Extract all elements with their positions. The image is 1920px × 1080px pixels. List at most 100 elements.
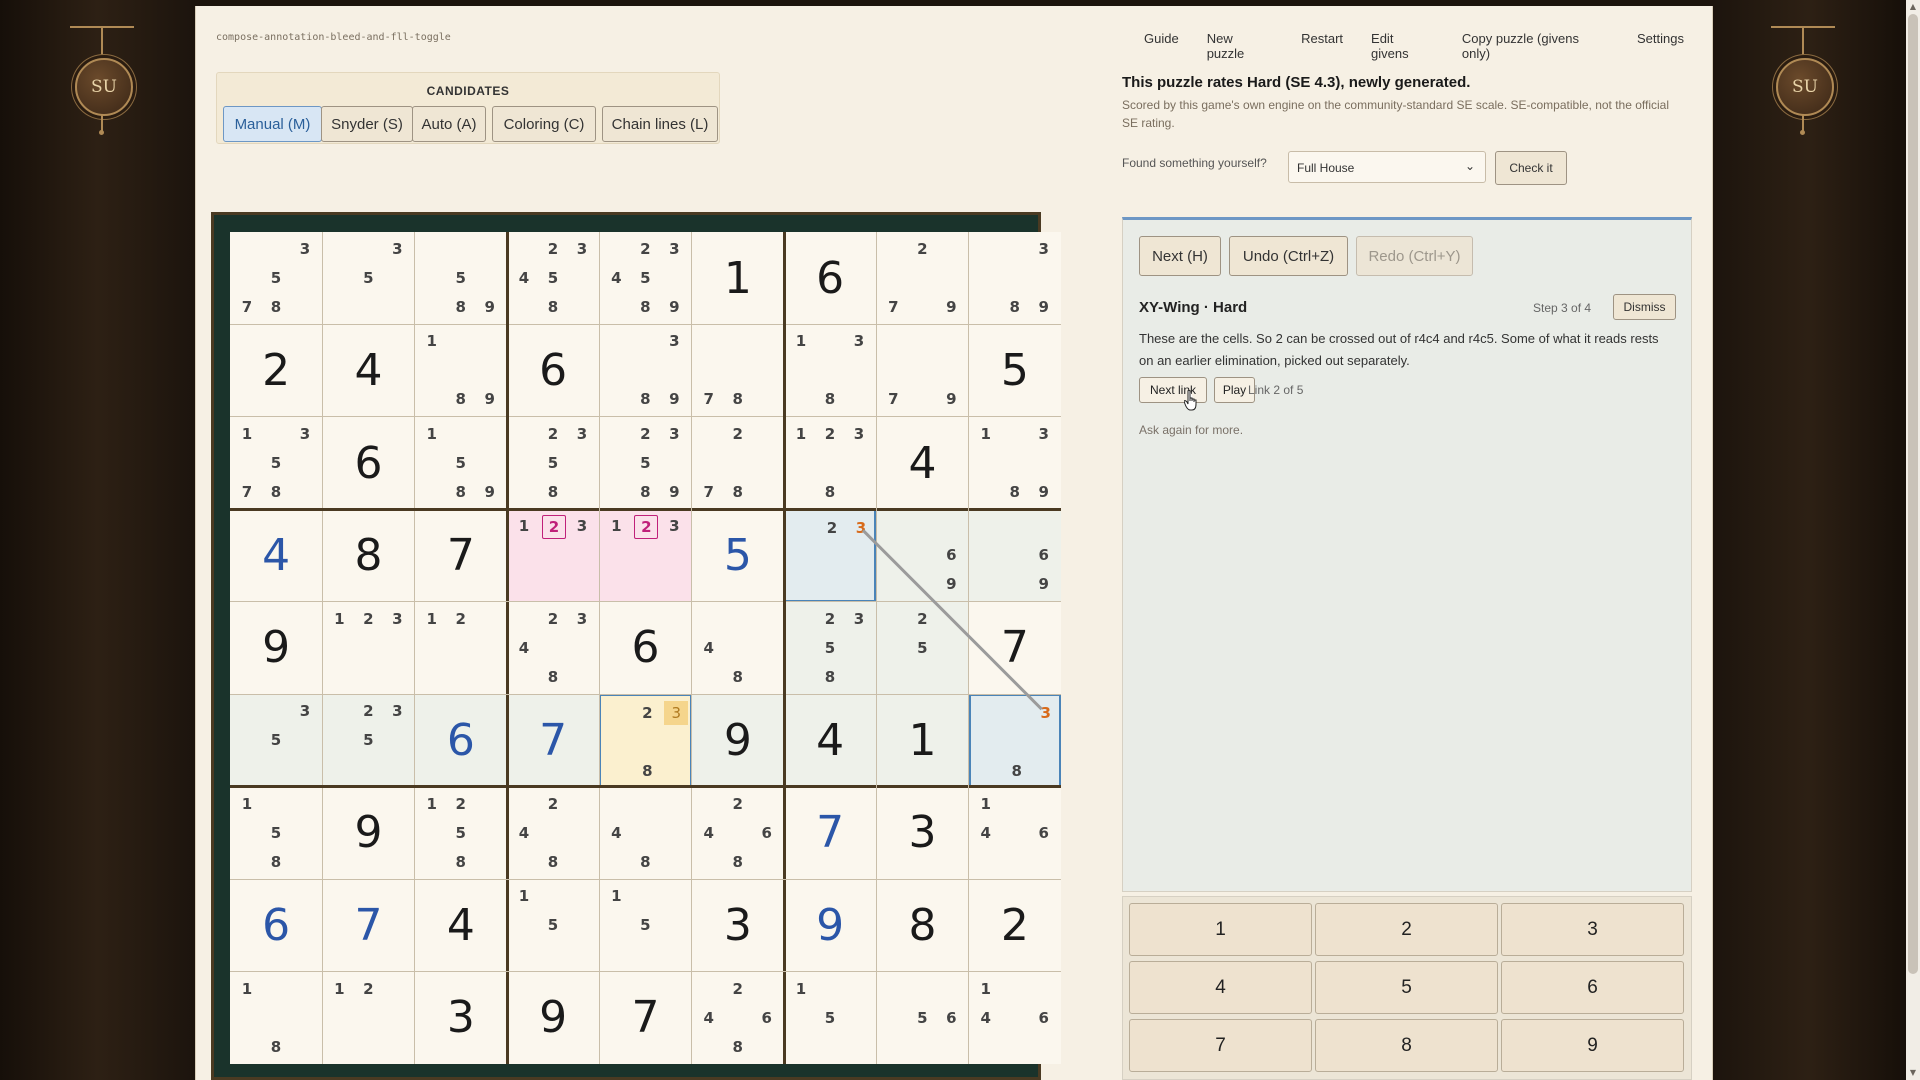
scroll-up-arrow-icon[interactable]: ▲ xyxy=(1908,2,1918,12)
cell-r1c5[interactable]: 23 45 89 xyxy=(599,232,691,324)
technique-select[interactable]: Full House ⌄ xyxy=(1288,151,1486,183)
cell-r7c5[interactable]: 48 xyxy=(599,787,691,879)
cell-r9c9[interactable]: 1 4 6 xyxy=(969,972,1061,1064)
cell-r5c1[interactable]: 9 xyxy=(230,602,322,694)
cell-r4c5[interactable]: 123 xyxy=(599,509,692,602)
nav-new-puzzle[interactable]: New puzzle xyxy=(1207,31,1273,61)
cell-r1c2[interactable]: 35 xyxy=(322,232,414,324)
cell-r7c8[interactable]: 3 xyxy=(876,787,968,879)
cell-r5c7[interactable]: 235 8 xyxy=(784,601,877,695)
cell-r4c4[interactable]: 123 xyxy=(507,509,600,602)
cell-r4c7[interactable]: 23 xyxy=(784,509,877,602)
cell-r1c7[interactable]: 6 xyxy=(784,232,876,324)
numpad-button-5[interactable]: 5 xyxy=(1315,961,1498,1014)
numpad-button-6[interactable]: 6 xyxy=(1501,961,1684,1014)
cell-r9c4[interactable]: 9 xyxy=(507,972,599,1064)
cell-r3c8[interactable]: 4 xyxy=(876,417,968,509)
cell-r3c4[interactable]: 235 8 xyxy=(507,417,599,509)
cell-r7c6[interactable]: 24 68 xyxy=(692,787,784,879)
cell-r2c4[interactable]: 6 xyxy=(507,324,599,416)
cell-r5c2[interactable]: 123 xyxy=(322,602,414,694)
numpad-button-7[interactable]: 7 xyxy=(1129,1019,1312,1072)
cell-r8c2[interactable]: 7 xyxy=(322,879,414,971)
cell-r8c3[interactable]: 4 xyxy=(415,879,507,971)
cell-r3c2[interactable]: 6 xyxy=(322,417,414,509)
cell-r3c1[interactable]: 1 3578 xyxy=(230,417,322,509)
cell-r6c6[interactable]: 9 xyxy=(691,694,784,787)
mode-auto-button[interactable]: Auto (A) xyxy=(412,106,486,142)
hint-redo-button[interactable]: Redo (Ctrl+Y) xyxy=(1356,236,1473,276)
numpad-button-8[interactable]: 8 xyxy=(1315,1019,1498,1072)
cell-r8c5[interactable]: 15 xyxy=(599,879,691,971)
cell-r8c9[interactable]: 2 xyxy=(969,879,1061,971)
mode-snyder-button[interactable]: Snyder (S) xyxy=(321,106,413,142)
cell-r6c5[interactable]: 23 8 xyxy=(599,694,692,787)
cell-r2c9[interactable]: 5 xyxy=(969,324,1061,416)
numpad-button-2[interactable]: 2 xyxy=(1315,903,1498,956)
cell-r2c2[interactable]: 4 xyxy=(322,324,414,416)
cell-r8c1[interactable]: 6 xyxy=(230,879,322,971)
cell-r2c3[interactable]: 1 89 xyxy=(415,324,507,416)
cell-r5c4[interactable]: 23 48 xyxy=(507,602,599,694)
cell-r9c2[interactable]: 12 xyxy=(322,972,414,1064)
mode-manual-button[interactable]: Manual (M) xyxy=(223,106,322,142)
numpad-button-3[interactable]: 3 xyxy=(1501,903,1684,956)
cell-r1c8[interactable]: 2 7 9 xyxy=(876,232,968,324)
cell-r9c3[interactable]: 3 xyxy=(415,972,507,1064)
cell-r1c6[interactable]: 1 xyxy=(692,232,784,324)
cell-r7c2[interactable]: 9 xyxy=(322,787,414,879)
cell-r9c7[interactable]: 15 xyxy=(784,972,876,1064)
cell-r7c1[interactable]: 15 8 xyxy=(230,787,322,879)
cell-r5c9[interactable]: 7 xyxy=(969,602,1061,694)
hint-dismiss-button[interactable]: Dismiss xyxy=(1613,294,1676,320)
nav-guide[interactable]: Guide xyxy=(1144,31,1179,61)
numpad-button-9[interactable]: 9 xyxy=(1501,1019,1684,1072)
cell-r4c3[interactable]: 7 xyxy=(415,509,507,601)
cell-r3c7[interactable]: 123 8 xyxy=(784,417,876,509)
cell-r1c3[interactable]: 5 89 xyxy=(415,232,507,324)
cell-r8c4[interactable]: 15 xyxy=(507,879,599,971)
cell-r4c1[interactable]: 4 xyxy=(230,509,322,601)
nav-restart[interactable]: Restart xyxy=(1301,31,1343,61)
cell-r9c1[interactable]: 18 xyxy=(230,972,322,1064)
cell-r2c1[interactable]: 2 xyxy=(230,324,322,416)
cell-r4c8[interactable]: 69 xyxy=(876,509,969,602)
cell-r6c4[interactable]: 7 xyxy=(507,694,600,787)
cell-r4c9[interactable]: 69 xyxy=(968,509,1061,602)
page-scrollbar-thumb[interactable] xyxy=(1908,14,1918,974)
cell-r6c7[interactable]: 4 xyxy=(784,694,877,787)
numpad-button-4[interactable]: 4 xyxy=(1129,961,1312,1014)
nav-settings[interactable]: Settings xyxy=(1637,31,1684,61)
cell-r6c1[interactable]: 35 xyxy=(230,694,323,787)
cell-r5c5[interactable]: 6 xyxy=(599,602,691,694)
cell-r8c8[interactable]: 8 xyxy=(876,879,968,971)
cell-r7c4[interactable]: 248 xyxy=(507,787,599,879)
cell-r4c2[interactable]: 8 xyxy=(322,509,414,601)
nav-edit-givens[interactable]: Edit givens xyxy=(1371,31,1434,61)
cell-r6c2[interactable]: 235 xyxy=(322,694,415,787)
cell-r3c6[interactable]: 2 78 xyxy=(692,417,784,509)
cell-r9c8[interactable]: 56 xyxy=(876,972,968,1064)
cell-r1c1[interactable]: 3578 xyxy=(230,232,322,324)
cell-r7c9[interactable]: 1 4 6 xyxy=(969,787,1061,879)
cell-r5c6[interactable]: 48 xyxy=(692,602,784,694)
cell-r8c6[interactable]: 3 xyxy=(692,879,784,971)
cell-r3c9[interactable]: 1 3 89 xyxy=(969,417,1061,509)
cell-r5c3[interactable]: 12 xyxy=(415,602,507,694)
nav-copy-puzzle[interactable]: Copy puzzle (givens only) xyxy=(1462,31,1609,61)
cell-r1c4[interactable]: 23 45 8 xyxy=(507,232,599,324)
cell-r2c8[interactable]: 79 xyxy=(876,324,968,416)
cell-r2c6[interactable]: 78 xyxy=(692,324,784,416)
cell-r7c7[interactable]: 7 xyxy=(784,787,876,879)
cell-r9c5[interactable]: 7 xyxy=(599,972,691,1064)
cell-r2c7[interactable]: 1 3 8 xyxy=(784,324,876,416)
cell-r9c6[interactable]: 24 68 xyxy=(692,972,784,1064)
cell-r3c3[interactable]: 1589 xyxy=(415,417,507,509)
check-it-button[interactable]: Check it xyxy=(1495,151,1567,185)
mode-chain-lines-button[interactable]: Chain lines (L) xyxy=(602,106,718,142)
numpad-button-1[interactable]: 1 xyxy=(1129,903,1312,956)
cell-r2c5[interactable]: 3 89 xyxy=(599,324,691,416)
cell-r3c5[interactable]: 235 89 xyxy=(599,417,691,509)
mode-coloring-button[interactable]: Coloring (C) xyxy=(492,106,596,142)
cell-r8c7[interactable]: 9 xyxy=(784,879,876,971)
